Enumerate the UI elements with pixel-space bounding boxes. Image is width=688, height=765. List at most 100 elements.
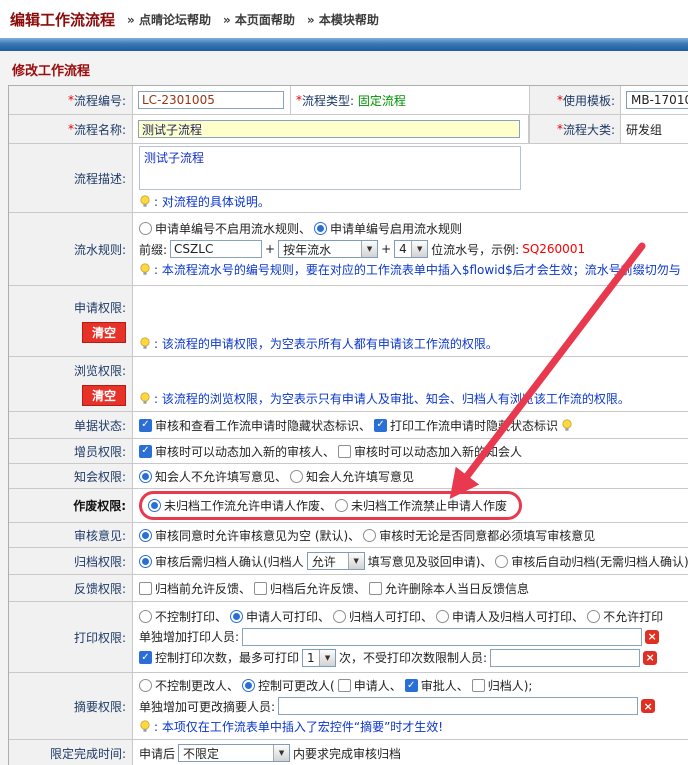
radio-archive-confirm[interactable] bbox=[139, 555, 152, 568]
row-serial-rule: 流水规则: 申请单编号不启用流水规则、 申请单编号启用流水规则 前缀: + 按年… bbox=[9, 213, 688, 286]
flow-number-cell bbox=[133, 86, 291, 114]
apply-permission-cell: : 该流程的申请权限，为空表示所有人都有申请该工作流的权限。 bbox=[133, 286, 688, 356]
hint-bulb-icon bbox=[139, 195, 151, 208]
radio-summary-controlled[interactable] bbox=[242, 679, 255, 692]
browse-permission-hint: : 该流程的浏览权限，为空表示只有申请人及审批、知会、归档人有浏览该工作流的权限… bbox=[139, 390, 688, 407]
flow-name-input[interactable] bbox=[138, 120, 520, 138]
dropdown-arrow-icon bbox=[319, 650, 335, 666]
checkbox-summary-archiver[interactable] bbox=[472, 679, 485, 692]
template-label: *使用模板: bbox=[529, 86, 621, 114]
radio-summary-uncontrolled[interactable] bbox=[139, 679, 152, 692]
feedback-permission-cell: 归档前允许反馈、 归档后允许反馈、 允许删除本人当日反馈信息 bbox=[133, 575, 688, 601]
serial-prefix-input[interactable] bbox=[170, 240, 262, 258]
dropdown-arrow-icon bbox=[361, 241, 377, 257]
summary-extra-users-input[interactable] bbox=[278, 697, 638, 715]
radio-print-applicant[interactable] bbox=[230, 610, 243, 623]
doc-status-cell: 审核和查看工作流申请时隐藏状态标识、 打印工作流申请时隐藏状态标识 bbox=[133, 412, 688, 438]
breadcrumb-forum-help[interactable]: » 点晴论坛帮助 bbox=[127, 11, 211, 28]
description-textarea[interactable]: 测试子流程 bbox=[139, 146, 521, 190]
review-opinion-label: 审核意见: bbox=[9, 523, 133, 547]
print-permission-label: 打印权限: bbox=[9, 602, 133, 672]
checkbox-hide-status-on-review[interactable] bbox=[139, 419, 152, 432]
dropdown-arrow-icon bbox=[273, 745, 289, 761]
time-limit-select[interactable]: 不限定 bbox=[178, 744, 290, 762]
browse-permission-label: 浏览权限: 清空 bbox=[9, 357, 133, 411]
radio-void-forbid[interactable] bbox=[335, 499, 348, 512]
checkbox-add-reviewer[interactable] bbox=[139, 445, 152, 458]
radio-print-archiver[interactable] bbox=[333, 610, 346, 623]
description-hint: : 对流程的具体说明。 bbox=[139, 193, 688, 210]
review-opinion-cell: 审核同意时允许审核意见为空 (默认)、 审核时无论是否同意都必须填写审核意见 bbox=[133, 523, 688, 547]
hint-bulb-icon bbox=[139, 392, 151, 405]
radio-review-allow-empty[interactable] bbox=[139, 529, 152, 542]
template-select[interactable]: MB-170100 bbox=[626, 91, 688, 109]
radio-print-both[interactable] bbox=[436, 610, 449, 623]
summary-permission-hint: : 本项仅在工作流表单中插入了宏控件“摘要”时才生效! bbox=[139, 718, 688, 735]
serial-mode-select[interactable]: 按年流水 bbox=[278, 240, 378, 258]
add-member-label: 增员权限: bbox=[9, 439, 133, 463]
radio-print-forbid[interactable] bbox=[587, 610, 600, 623]
checkbox-summary-approver[interactable] bbox=[405, 679, 418, 692]
row-summary-permission: 摘要权限: 不控制更改人、 控制可更改人( 申请人、 审批人、 归档人); 单独… bbox=[9, 673, 688, 740]
checkbox-feedback-delete-own[interactable] bbox=[369, 582, 382, 595]
clear-field-icon[interactable]: × bbox=[641, 699, 655, 713]
summary-permission-cell: 不控制更改人、 控制可更改人( 申请人、 审批人、 归档人); 单独增加可更改摘… bbox=[133, 673, 688, 739]
print-permission-cell: 不控制打印、 申请人可打印、 归档人可打印、 申请人及归档人可打印、 不允许打印… bbox=[133, 602, 688, 672]
flow-number-input[interactable] bbox=[138, 91, 284, 109]
print-count-select[interactable]: 1 bbox=[302, 649, 336, 667]
void-permission-highlight-box: 未归档工作流允许申请人作废、 未归档工作流禁止申请人作废 bbox=[139, 491, 522, 520]
breadcrumb-module-help[interactable]: » 本模块帮助 bbox=[307, 11, 379, 28]
dropdown-arrow-icon bbox=[348, 553, 364, 569]
apply-permission-label: 申请权限: 清空 bbox=[9, 286, 133, 356]
serial-digits-select[interactable]: 4 bbox=[394, 240, 428, 258]
radio-notify-allow-comment[interactable] bbox=[290, 470, 303, 483]
flow-category-value: 研发组 bbox=[626, 121, 662, 138]
row-review-opinion: 审核意见: 审核同意时允许审核意见为空 (默认)、 审核时无论是否同意都必须填写… bbox=[9, 523, 688, 548]
radio-review-must-fill[interactable] bbox=[363, 529, 376, 542]
hint-bulb-icon[interactable] bbox=[561, 419, 573, 432]
print-unlimited-users-input[interactable] bbox=[490, 649, 640, 667]
row-browse-permission: 浏览权限: 清空 : 该流程的浏览权限，为空表示只有申请人及审批、知会、归档人有… bbox=[9, 357, 688, 412]
serial-rule-hint: : 本流程流水号的编号规则，要在对应的工作流表单中插入$flowid$后才会生效… bbox=[139, 261, 688, 278]
radio-serial-on[interactable] bbox=[314, 222, 327, 235]
radio-serial-off[interactable] bbox=[139, 222, 152, 235]
blue-divider-bar bbox=[0, 38, 688, 51]
checkbox-summary-applicant[interactable] bbox=[338, 679, 351, 692]
dropdown-arrow-icon bbox=[411, 241, 427, 257]
radio-notify-no-comment[interactable] bbox=[139, 470, 152, 483]
feedback-permission-label: 反馈权限: bbox=[9, 575, 133, 601]
workflow-form-table: *流程编号: *流程类型: 固定流程 *使用模板: MB-170100 *流程名… bbox=[8, 85, 688, 765]
clear-field-icon[interactable]: × bbox=[645, 630, 659, 644]
radio-archive-auto[interactable] bbox=[495, 555, 508, 568]
serial-example: SQ260001 bbox=[522, 242, 585, 256]
radio-print-uncontrolled[interactable] bbox=[139, 610, 152, 623]
apply-permission-clear-button[interactable]: 清空 bbox=[82, 322, 126, 343]
checkbox-print-count-limit[interactable] bbox=[139, 651, 152, 664]
serial-rule-label: 流水规则: bbox=[9, 213, 133, 285]
checkbox-feedback-after-archive[interactable] bbox=[254, 582, 267, 595]
checkbox-feedback-before-archive[interactable] bbox=[139, 582, 152, 595]
archive-permission-label: 归档权限: bbox=[9, 548, 133, 574]
time-limit-label: 限定完成时间: bbox=[9, 740, 133, 765]
archive-permission-cell: 审核后需归档人确认(归档人 允许 填写意见及驳回申请)、 审核后自动归档(无需归… bbox=[133, 548, 688, 574]
browse-permission-clear-button[interactable]: 清空 bbox=[82, 385, 126, 406]
row-flow-name: *流程名称: *流程大类: 研发组 bbox=[9, 115, 688, 144]
browse-permission-cell: : 该流程的浏览权限，为空表示只有申请人及审批、知会、归档人有浏览该工作流的权限… bbox=[133, 357, 688, 411]
summary-permission-label: 摘要权限: bbox=[9, 673, 133, 739]
edit-workflow-page: 编辑工作流流程 » 点晴论坛帮助 » 本页面帮助 » 本模块帮助 修改工作流程 … bbox=[0, 0, 688, 765]
print-extra-users-input[interactable] bbox=[242, 628, 642, 646]
archive-allow-select[interactable]: 允许 bbox=[307, 552, 365, 570]
hint-bulb-icon bbox=[139, 720, 151, 733]
flow-name-label: *流程名称: bbox=[9, 115, 133, 143]
checkbox-hide-status-on-print[interactable] bbox=[374, 419, 387, 432]
row-print-permission: 打印权限: 不控制打印、 申请人可打印、 归档人可打印、 申请人及归档人可打印、… bbox=[9, 602, 688, 673]
checkbox-add-notified[interactable] bbox=[338, 445, 351, 458]
row-flow-number: *流程编号: *流程类型: 固定流程 *使用模板: MB-170100 bbox=[9, 86, 688, 115]
clear-field-icon[interactable]: × bbox=[643, 651, 657, 665]
flow-type-value: 固定流程 bbox=[358, 92, 406, 109]
time-limit-cell: 申请后 不限定 内要求完成审核归档 bbox=[133, 740, 688, 765]
hint-bulb-icon bbox=[139, 263, 151, 276]
template-cell: MB-170100 bbox=[621, 86, 688, 114]
radio-void-allow[interactable] bbox=[148, 499, 161, 512]
breadcrumb-page-help[interactable]: » 本页面帮助 bbox=[223, 11, 295, 28]
